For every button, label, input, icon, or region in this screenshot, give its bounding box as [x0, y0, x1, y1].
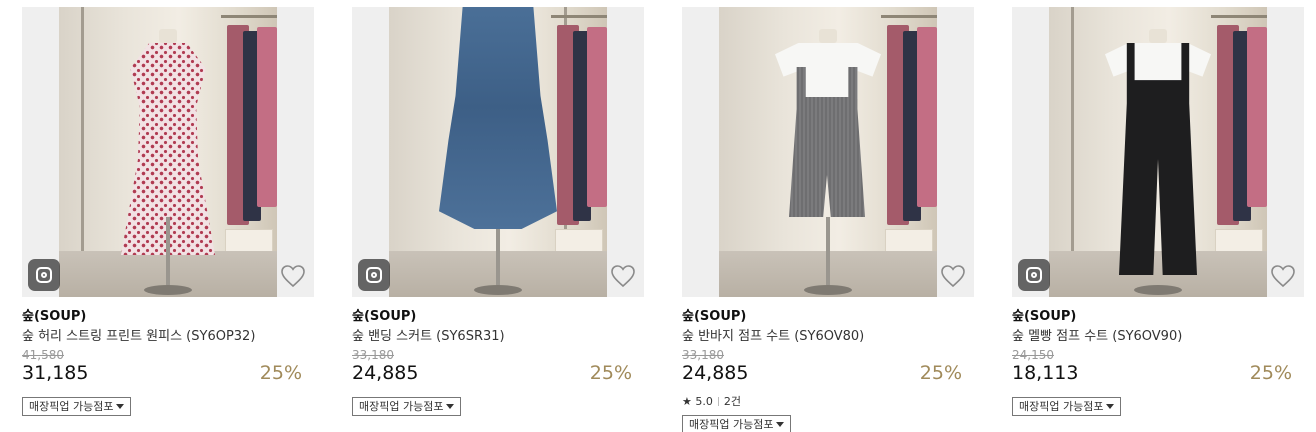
brand-name[interactable]: 숲(SOUP) [22, 305, 86, 324]
discount-rate: 25% [919, 362, 962, 384]
original-price: 33,180 [682, 348, 724, 362]
divider [717, 397, 719, 406]
product-image[interactable] [1012, 7, 1304, 297]
store-pickup-dropdown[interactable]: 매장픽업 가능점포 [22, 397, 132, 416]
heart-icon[interactable] [1270, 264, 1296, 288]
product-name[interactable]: 숲 멜빵 점프 수트 (SY6OV90) [1012, 325, 1182, 344]
product-name[interactable]: 숲 허리 스트링 프린트 원피스 (SY6OP32) [22, 325, 255, 344]
store-pickup-dropdown[interactable]: 매장픽업 가능점포 [352, 397, 462, 416]
tshirt-garment [775, 43, 881, 99]
product-card[interactable]: 숲(SOUP) 숲 밴딩 스커트 (SY6SR31) 33,180 24,885… [352, 0, 644, 432]
product-image[interactable] [682, 7, 974, 297]
sale-price: 18,113 [1012, 362, 1079, 384]
product-card[interactable]: 숲(SOUP) 숲 반바지 점프 수트 (SY6OV80) 33,180 24,… [682, 0, 974, 432]
heart-icon[interactable] [940, 264, 966, 288]
sale-price: 31,185 [22, 362, 89, 384]
brand-name[interactable]: 숲(SOUP) [1012, 305, 1076, 324]
store-pickup-dropdown[interactable]: 매장픽업 가능점포 [682, 415, 792, 432]
store-pickup-label: 매장픽업 가능점포 [29, 400, 114, 413]
rating-summary[interactable]: ★ 5.0 2건 [682, 393, 741, 409]
heart-icon[interactable] [610, 264, 636, 288]
product-image[interactable] [22, 7, 314, 297]
caret-down-icon [776, 422, 785, 427]
product-photo [59, 7, 277, 297]
discount-rate: 25% [589, 362, 632, 384]
sale-price: 24,885 [682, 362, 749, 384]
store-pickup-label: 매장픽업 가능점포 [1019, 400, 1104, 413]
instagram-icon[interactable] [28, 259, 60, 291]
product-card[interactable]: 숲(SOUP) 숲 멜빵 점프 수트 (SY6OV90) 24,150 18,1… [1012, 0, 1304, 432]
product-card[interactable]: 숲(SOUP) 숲 허리 스트링 프린트 원피스 (SY6OP32) 41,58… [22, 0, 314, 432]
product-photo [1049, 7, 1267, 297]
product-image[interactable] [352, 7, 644, 297]
instagram-icon[interactable] [358, 259, 390, 291]
original-price: 41,580 [22, 348, 64, 362]
store-pickup-label: 매장픽업 가능점포 [689, 418, 774, 431]
caret-down-icon [446, 404, 455, 409]
star-rating: ★ 5.0 [682, 395, 713, 408]
skirt-garment [439, 7, 557, 229]
caret-down-icon [1106, 404, 1115, 409]
discount-rate: 25% [1249, 362, 1292, 384]
heart-icon[interactable] [280, 264, 306, 288]
store-pickup-dropdown[interactable]: 매장픽업 가능점포 [1012, 397, 1122, 416]
caret-down-icon [116, 404, 125, 409]
product-grid: 숲(SOUP) 숲 허리 스트링 프린트 원피스 (SY6OP32) 41,58… [0, 0, 1316, 432]
sale-price: 24,885 [352, 362, 419, 384]
review-count: 2건 [723, 395, 741, 408]
product-photo [389, 7, 607, 297]
store-pickup-label: 매장픽업 가능점포 [359, 400, 444, 413]
brand-name[interactable]: 숲(SOUP) [352, 305, 416, 324]
product-name[interactable]: 숲 반바지 점프 수트 (SY6OV80) [682, 325, 864, 344]
discount-rate: 25% [259, 362, 302, 384]
product-photo [719, 7, 937, 297]
original-price: 24,150 [1012, 348, 1054, 362]
instagram-icon[interactable] [1018, 259, 1050, 291]
brand-name[interactable]: 숲(SOUP) [682, 305, 746, 324]
product-name[interactable]: 숲 밴딩 스커트 (SY6SR31) [352, 325, 505, 344]
original-price: 33,180 [352, 348, 394, 362]
